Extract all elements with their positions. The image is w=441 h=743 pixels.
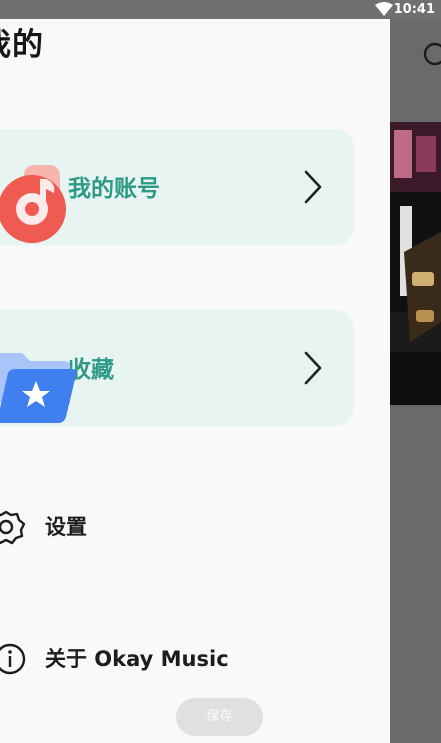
my-account-label: 我的账号 xyxy=(68,176,160,202)
chevron-right-icon xyxy=(304,351,322,385)
chevron-right-icon xyxy=(304,170,322,204)
navigation-drawer: 我的 我的账号 收藏 设置 xyxy=(0,19,390,743)
search-icon[interactable] xyxy=(422,41,441,67)
status-time: 10:41 xyxy=(393,2,435,17)
settings-label: 设置 xyxy=(45,515,87,539)
status-bar: 10:41 xyxy=(0,0,441,19)
music-note-app-icon xyxy=(0,165,66,243)
save-button[interactable]: 保存 xyxy=(176,698,263,736)
info-icon xyxy=(0,643,26,675)
star-folder-icon xyxy=(0,353,76,423)
wifi-icon xyxy=(375,2,393,16)
gear-icon xyxy=(0,510,26,545)
background-app[interactable] xyxy=(390,19,441,743)
about-label: 关于 Okay Music xyxy=(45,647,229,671)
drawer-title: 我的 xyxy=(0,27,44,63)
album-artwork[interactable] xyxy=(390,122,441,405)
